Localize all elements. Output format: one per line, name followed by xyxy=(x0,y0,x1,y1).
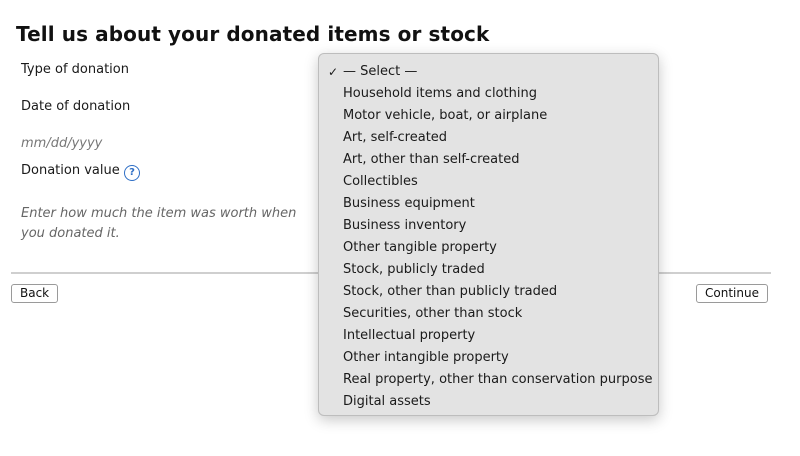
continue-button[interactable]: Continue xyxy=(696,284,768,303)
option-label: Digital assets xyxy=(343,394,431,409)
dropdown-option-digital-assets[interactable]: Digital assets xyxy=(319,391,658,413)
dropdown-option-stock-other[interactable]: Stock, other than publicly traded xyxy=(319,281,658,303)
donation-date-label: Date of donation xyxy=(21,99,131,114)
option-label: Stock, publicly traded xyxy=(343,262,485,277)
dropdown-option-household-items[interactable]: Household items and clothing xyxy=(319,83,658,105)
option-label: Intellectual property xyxy=(343,328,476,343)
donation-type-label: Type of donation xyxy=(21,62,129,77)
donation-date-input[interactable] xyxy=(16,130,301,156)
option-label: Other intangible property xyxy=(343,350,509,365)
dropdown-option-securities[interactable]: Securities, other than stock xyxy=(319,303,658,325)
option-label: Business equipment xyxy=(343,196,475,211)
donation-value-label: Donation value xyxy=(21,163,120,178)
dropdown-option-other-intangible[interactable]: Other intangible property xyxy=(319,347,658,369)
dropdown-option-art-self-created[interactable]: Art, self-created xyxy=(319,127,658,149)
option-label: Household items and clothing xyxy=(343,86,537,101)
option-label: Art, self-created xyxy=(343,130,448,145)
option-label: Other tangible property xyxy=(343,240,497,255)
option-label: Motor vehicle, boat, or airplane xyxy=(343,108,548,123)
dropdown-option-intellectual-property[interactable]: Intellectual property xyxy=(319,325,658,347)
dropdown-option-real-property[interactable]: Real property, other than conservation p… xyxy=(319,369,658,391)
page-title: Tell us about your donated items or stoc… xyxy=(16,22,490,46)
dropdown-option-business-inventory[interactable]: Business inventory xyxy=(319,215,658,237)
dropdown-option-business-equipment[interactable]: Business equipment xyxy=(319,193,658,215)
donation-value-hint: Enter how much the item was worth when y… xyxy=(21,206,297,241)
option-label: Art, other than self-created xyxy=(343,152,520,167)
dropdown-option-other-tangible[interactable]: Other tangible property xyxy=(319,237,658,259)
dropdown-option-collectibles[interactable]: Collectibles xyxy=(319,171,658,193)
option-label: Real property, other than conservation p… xyxy=(343,372,653,387)
back-button[interactable]: Back xyxy=(11,284,59,303)
dropdown-option-motor-vehicle[interactable]: Motor vehicle, boat, or airplane xyxy=(319,105,658,127)
donation-type-dropdown[interactable]: ✓ — Select — Household items and clothing… xyxy=(318,53,659,416)
option-label: Stock, other than publicly traded xyxy=(343,284,558,299)
option-label: Business inventory xyxy=(343,218,467,233)
dropdown-option-art-other[interactable]: Art, other than self-created xyxy=(319,149,658,171)
dropdown-option-select[interactable]: ✓ — Select — xyxy=(319,61,658,83)
option-label: Collectibles xyxy=(343,174,418,189)
checkmark-icon: ✓ xyxy=(328,65,339,79)
donation-type-option-list: ✓ — Select — Household items and clothing… xyxy=(319,61,658,413)
option-label: Securities, other than stock xyxy=(343,306,523,321)
question-circle-icon[interactable]: ? xyxy=(124,165,140,181)
dropdown-option-stock-public[interactable]: Stock, publicly traded xyxy=(319,259,658,281)
option-label: — Select — xyxy=(343,64,418,79)
